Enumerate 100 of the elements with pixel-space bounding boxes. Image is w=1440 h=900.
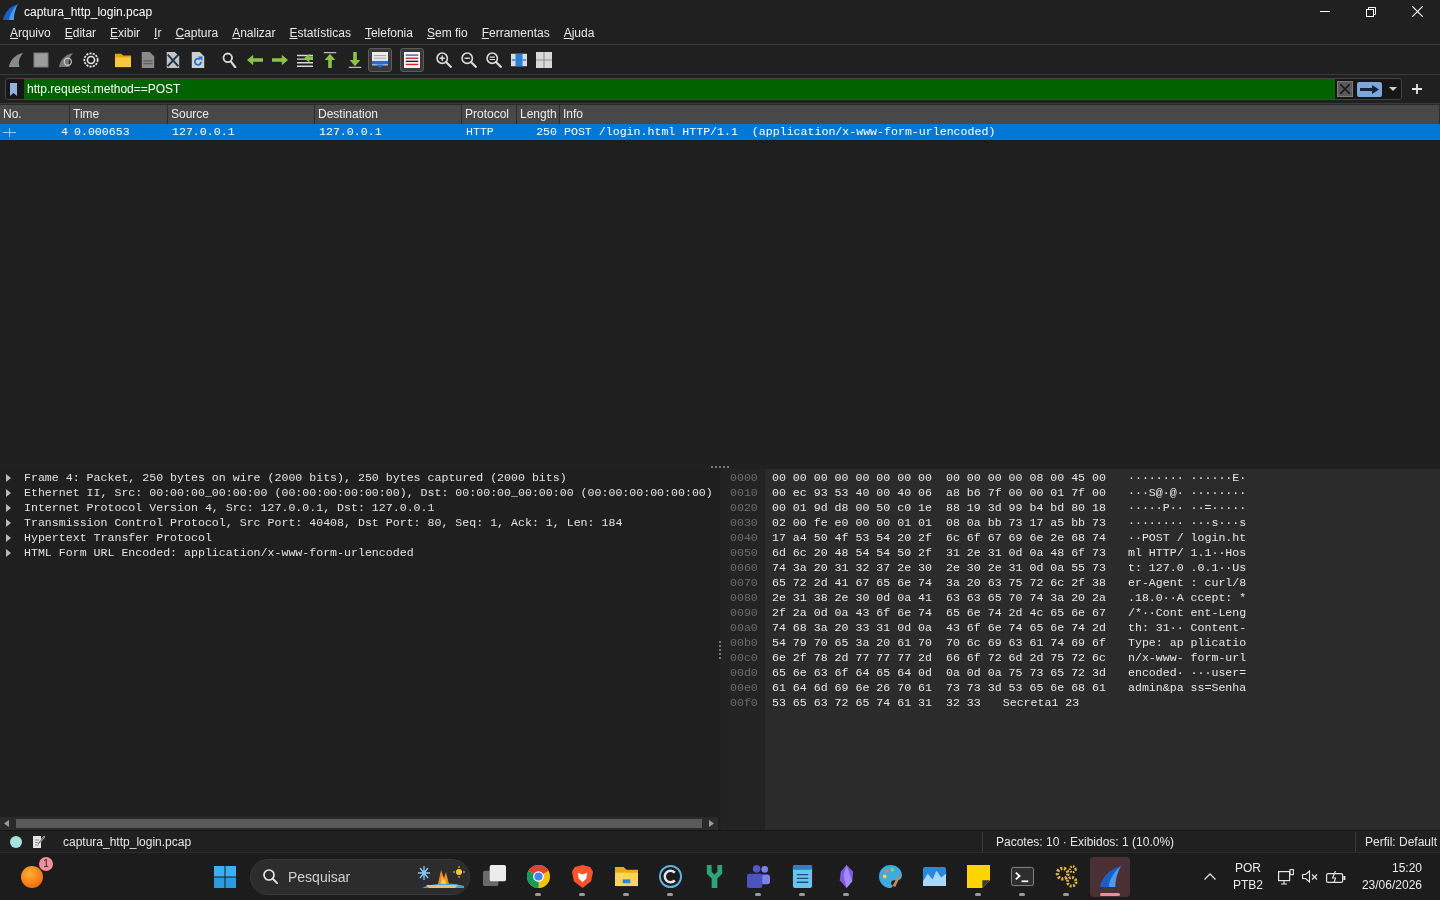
tree-item[interactable]: Transmission Control Protocol, Src Port: 40408, Dst Port: 80, Seq: 1, Ack: 1, Len: 184 <box>24 515 623 530</box>
profile-label[interactable]: Perfil: Default <box>1354 831 1440 852</box>
table-cell-text: POST /login.html HTTP/1.1 (application/x-www-form-urlencoded) <box>563 124 997 140</box>
tree-item[interactable]: Internet Protocol Version 4, Src: 127.0.0.1, Dst: 127.0.0.1 <box>24 500 435 515</box>
menu-item[interactable]: Ferramentas <box>474 23 557 44</box>
clock-time[interactable]: 15:20 <box>1391 859 1422 877</box>
search-field[interactable]: Pesquisar <box>288 866 412 887</box>
triangle-right-icon[interactable] <box>6 503 11 512</box>
clock-date[interactable]: 23/06/2026 <box>1361 876 1422 894</box>
ascii-text: ········ ······E· <box>1127 470 1247 485</box>
ascii-text: admin&pa ss=Senha <box>1127 680 1247 695</box>
tree-item[interactable]: HTML Form URL Encoded: application/x-www-form-urlencoded <box>24 545 414 560</box>
offset-label: 00a0 <box>729 620 759 635</box>
table-cell-text: 127.0.0.1 <box>171 124 236 140</box>
fin-icon <box>8 51 24 68</box>
square-icon <box>33 51 49 68</box>
table-cell-text: 250 <box>535 124 558 140</box>
hex-bytes: 65 6e 63 6f 64 65 64 0d 0a 0d 0a 75 73 65 72 3d <box>772 665 1106 680</box>
tree-item[interactable]: Ethernet II, Src: 00:00:00_00:00:00 (00:00:00:00:00:00), Dst: 00:00:00_00:00:00 (00:00:00:00:00:00) <box>24 485 713 500</box>
tree-item[interactable]: Hypertext Transfer Protocol <box>24 530 212 545</box>
hex-bytes: 00 00 00 00 00 00 00 00 00 00 00 00 08 00 45 00 <box>772 470 1106 485</box>
offset-label: 0060 <box>729 560 759 575</box>
note-pencil-icon[interactable] <box>33 835 45 848</box>
window-title: captura_http_login.pcap <box>24 4 153 19</box>
hex-bytes: 00 01 9d d8 00 50 c0 1e 88 19 3d 99 b4 bd 80 18 <box>772 500 1106 515</box>
monitor-icon[interactable] <box>1277 868 1294 885</box>
widgets-button[interactable]: 1 <box>12 856 52 897</box>
toolbar-button[interactable] <box>368 47 392 72</box>
menu-item[interactable]: Exibir <box>103 23 148 44</box>
offset-label: 0050 <box>729 545 759 560</box>
table-cell-text: 4 <box>60 124 69 140</box>
offset-label: 0070 <box>729 575 759 590</box>
columns-icon <box>511 51 527 68</box>
ascii-text: .18.0··A ccept: * <box>1127 590 1247 605</box>
hex-bytes: 65 72 2d 41 67 65 6e 74 3a 20 63 75 72 6c 2f 38 <box>772 575 1106 590</box>
table-cell-text: 127.0.0.1 <box>318 124 383 140</box>
offset-label: 00d0 <box>729 665 759 680</box>
triangle-right-icon[interactable] <box>6 548 11 557</box>
hex-bytes: 6d 6c 20 48 54 54 50 2f 31 2e 31 0d 0a 48 6f 73 <box>772 545 1106 560</box>
grip-icon[interactable] <box>718 640 721 659</box>
palette-icon <box>878 865 902 888</box>
triangle-left-icon[interactable] <box>4 820 9 827</box>
menu-item[interactable]: Sem fio <box>419 23 475 44</box>
offset-label: 00b0 <box>729 635 759 650</box>
ascii-text: t: 127.0 .0.1··Us <box>1127 560 1247 575</box>
zoom-in-icon <box>436 51 452 68</box>
menu-item[interactable]: Ir <box>147 23 169 44</box>
menu-item[interactable]: Analizar <box>225 23 283 44</box>
four-squares-icon <box>214 865 236 888</box>
speaker-muted-icon[interactable] <box>1301 870 1318 883</box>
menu-item[interactable]: Telefonia <box>357 23 420 44</box>
circle-icon[interactable] <box>10 835 22 848</box>
toolbar-button[interactable] <box>400 47 424 72</box>
offset-label: 0020 <box>729 500 759 515</box>
hex-bytes: 6e 2f 78 2d 77 77 77 2d 66 6f 72 6d 2d 75 72 6c <box>772 650 1106 665</box>
taskbar-button[interactable] <box>1090 856 1130 897</box>
ascii-text: n/x-www- form-url <box>1127 650 1247 665</box>
tree-line-icon <box>3 127 16 137</box>
layout-label[interactable]: PTB2 <box>1232 876 1263 894</box>
hex-bytes: 53 65 63 72 65 74 61 31 32 33 <box>772 695 981 710</box>
horizontal-scrollbar[interactable] <box>0 817 718 830</box>
minimize-icon <box>1320 11 1330 12</box>
fin-refresh-icon <box>58 51 74 68</box>
menu-item[interactable]: Arquivo <box>3 23 58 44</box>
scrollbar-thumb[interactable] <box>16 819 702 828</box>
offset-label: 0040 <box>729 530 759 545</box>
menu-item[interactable]: Ajuda <box>556 23 602 44</box>
triangle-right-icon[interactable] <box>709 820 714 827</box>
grid-icon <box>536 51 552 68</box>
offset-label: 0000 <box>729 470 759 485</box>
battery-icon[interactable] <box>1325 870 1346 883</box>
terminal-icon <box>1010 865 1034 888</box>
people-icon <box>746 865 770 888</box>
tree-item[interactable]: Frame 4: Packet, 250 bytes on wire (2000 bits), 250 bytes captured (2000 bits) <box>24 470 567 485</box>
document-icon <box>140 51 156 68</box>
packet-count: Pacotes: 10 · Exibidos: 1 (10.0%) <box>981 831 1355 852</box>
hex-bytes: 54 79 70 65 3a 20 61 70 70 6c 69 63 61 74 69 6f <box>772 635 1106 650</box>
hex-bytes: 61 64 6d 69 6e 26 70 61 73 73 3d 53 65 6e 68 61 <box>772 680 1106 695</box>
ascii-text: ········ ···s···s <box>1127 515 1247 530</box>
close-icon <box>1411 6 1423 17</box>
triangle-right-icon[interactable] <box>6 473 11 482</box>
grip-icon[interactable] <box>711 465 729 468</box>
folder-icon <box>614 865 638 888</box>
triangle-right-icon[interactable] <box>6 518 11 527</box>
search-bar[interactable]: Pesquisar <box>250 858 470 895</box>
overlapping-squares-icon <box>482 865 506 888</box>
language-label[interactable]: POR <box>1234 859 1261 877</box>
menu-item[interactable]: Editar <box>57 23 104 44</box>
window-down-icon <box>372 51 388 68</box>
hex-bytes: 2f 2a 0d 0a 43 6f 6e 74 65 6e 74 2d 4c 65 6e 67 <box>772 605 1106 620</box>
menu-item[interactable]: Captura <box>168 23 226 44</box>
add-button[interactable] <box>1410 82 1424 96</box>
restore-icon <box>1366 6 1376 17</box>
menu-item[interactable]: Estatísticas <box>282 23 358 44</box>
triangle-right-icon[interactable] <box>6 488 11 497</box>
zoom-out-icon <box>461 51 477 68</box>
table-cell-text: 0.000653 <box>73 124 131 140</box>
packet-row[interactable]: 4 0.000653 127.0.0.1 127.0.0.1 HTTP 250 POST /login.html HTTP/1.1 (application/x-www-form-urlencoded) <box>0 124 1440 140</box>
arrow-up-icon <box>322 51 338 68</box>
triangle-right-icon[interactable] <box>6 533 11 542</box>
